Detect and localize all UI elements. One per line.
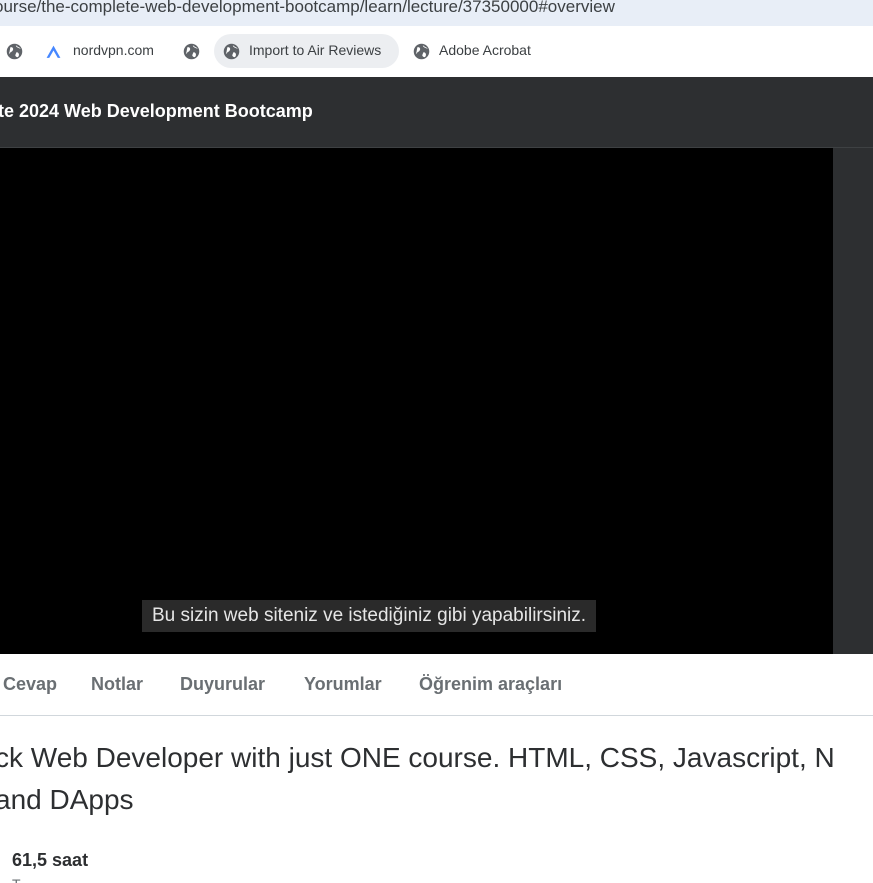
tab-reviews[interactable]: Yorumlar xyxy=(304,674,382,695)
globe-icon[interactable] xyxy=(6,43,23,60)
video-subtitle: Bu sizin web siteniz ve istediğiniz gibi… xyxy=(142,600,597,632)
course-header: te 2024 Web Development Bootcamp xyxy=(0,77,873,148)
total-hours-label: T xyxy=(12,876,21,883)
total-hours-value: 61,5 saat xyxy=(12,850,89,870)
nordvpn-icon[interactable] xyxy=(45,43,62,60)
video-side-panel xyxy=(833,148,873,654)
bookmark-adobe-acrobat[interactable]: Adobe Acrobat xyxy=(439,42,531,58)
address-bar[interactable]: ourse/the-complete-web-development-bootc… xyxy=(0,0,873,26)
page: ourse/the-complete-web-development-bootc… xyxy=(0,0,873,883)
course-headline: ck Web Developer with just ONE course. H… xyxy=(0,737,873,821)
bookmark-label-import-air-reviews[interactable]: Import to Air Reviews xyxy=(249,42,381,58)
globe-icon[interactable] xyxy=(413,43,430,60)
headline-line-2: and DApps xyxy=(0,784,134,815)
video-player[interactable] xyxy=(0,148,833,654)
globe-icon[interactable] xyxy=(183,43,200,60)
tab-notes[interactable]: Notlar xyxy=(91,674,143,695)
lecture-tabs: Cevap Notlar Duyurular Yorumlar Öğrenim … xyxy=(0,654,873,716)
headline-line-1: ck Web Developer with just ONE course. H… xyxy=(0,742,835,773)
globe-icon xyxy=(223,43,240,60)
tab-qa[interactable]: Cevap xyxy=(3,674,57,695)
url-text[interactable]: ourse/the-complete-web-development-bootc… xyxy=(0,0,615,17)
bookmarks-bar: nordvpn.com Import to Air Reviews Adobe … xyxy=(0,26,873,77)
course-title[interactable]: te 2024 Web Development Bootcamp xyxy=(0,101,313,122)
tab-announcements[interactable]: Duyurular xyxy=(180,674,265,695)
bookmark-nordvpn[interactable]: nordvpn.com xyxy=(73,42,154,58)
tab-learning-tools[interactable]: Öğrenim araçları xyxy=(419,674,562,695)
